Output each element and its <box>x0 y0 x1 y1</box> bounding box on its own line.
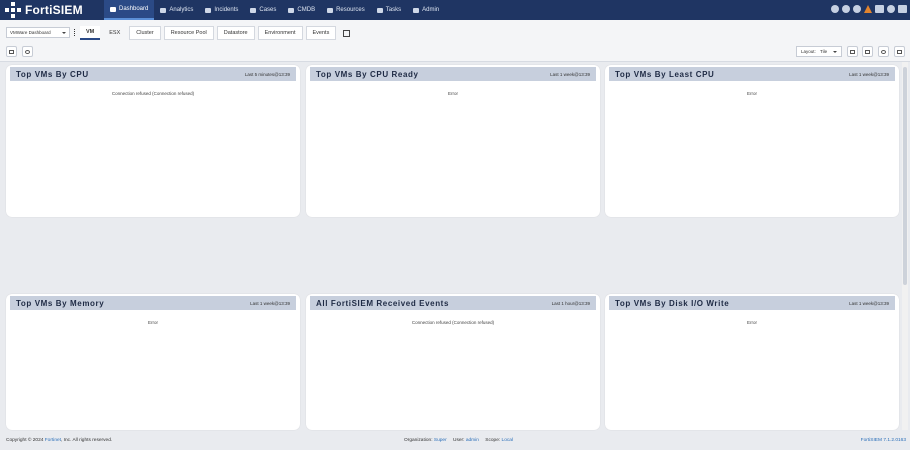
delete-button[interactable] <box>894 46 905 57</box>
widget-title: All FortiSIEM Received Events <box>316 298 449 308</box>
search-button[interactable] <box>22 46 33 57</box>
widget-time-range[interactable]: Last 1 week@13:39 <box>849 301 889 306</box>
fortinet-logo-icon <box>5 2 21 18</box>
nav-tasks[interactable]: Tasks <box>371 0 407 20</box>
nav-analytics[interactable]: Analytics <box>154 0 199 20</box>
analytics-icon <box>160 7 167 13</box>
widget-message: Error <box>747 320 757 325</box>
refresh-button[interactable] <box>878 46 889 57</box>
widget-time-range[interactable]: Last 5 minutes@13:39 <box>245 72 290 77</box>
dashboard-toolbar: VMWare Dashboard VM ESX Cluster Resource… <box>0 20 910 62</box>
widget-top-vms-cpu-ready: Top VMs By CPU Ready Last 1 week@13:39 E… <box>306 65 600 217</box>
widget-header[interactable]: Top VMs By CPU Last 5 minutes@13:39 <box>10 67 296 81</box>
gamepad-icon[interactable] <box>842 5 850 13</box>
widget-message: Connection refused (Connection refused) <box>411 320 495 325</box>
tab-resource-pool[interactable]: Resource Pool <box>163 26 214 40</box>
nav-incidents[interactable]: Incidents <box>199 0 244 20</box>
widget-title: Top VMs By Memory <box>16 298 105 308</box>
chevron-down-icon <box>833 51 837 53</box>
help-icon[interactable] <box>853 5 861 13</box>
open-folder-button[interactable] <box>6 46 17 57</box>
main-nav: Dashboard Analytics Incidents Cases CMDB… <box>104 0 445 20</box>
tab-events[interactable]: Events <box>305 26 337 40</box>
dashboard-icon <box>110 6 116 12</box>
dashboard-tabs: VM ESX Cluster Resource Pool Datastore E… <box>80 26 351 40</box>
import-button[interactable] <box>847 46 858 57</box>
scope-value[interactable]: Local <box>502 438 513 443</box>
widget-message: Connection refused (Connection refused) <box>111 91 195 96</box>
tab-datastore[interactable]: Datastore <box>216 26 255 40</box>
widget-message: Error <box>148 320 158 325</box>
widget-title: Top VMs By CPU <box>16 69 89 79</box>
widget-top-vms-disk-io-write: Top VMs By Disk I/O Write Last 1 week@13… <box>605 294 899 430</box>
widget-top-vms-cpu: Top VMs By CPU Last 5 minutes@13:39 Conn… <box>6 65 300 217</box>
database-icon <box>288 7 295 13</box>
widget-time-range[interactable]: Last 1 hour@13:39 <box>552 301 590 306</box>
screen-icon[interactable] <box>875 5 884 13</box>
organization-value[interactable]: Super <box>434 438 447 443</box>
upload-icon <box>850 50 855 54</box>
fortinet-link[interactable]: Fortinet <box>45 438 61 443</box>
search-icon <box>25 50 30 54</box>
widget-time-range[interactable]: Last 1 week@13:39 <box>250 301 290 306</box>
copyright: Copyright © 2024 Fortinet, Inc. All righ… <box>6 438 113 443</box>
export-button[interactable] <box>862 46 873 57</box>
nav-dashboard[interactable]: Dashboard <box>104 0 155 20</box>
top-navbar: FortiSIEM Dashboard Analytics Incidents … <box>0 0 910 20</box>
brand-logo[interactable]: FortiSIEM <box>5 2 83 18</box>
warning-icon[interactable] <box>864 5 872 13</box>
list-icon <box>376 7 383 13</box>
layout-select[interactable]: Layout: Tile <box>796 46 842 57</box>
widget-title: Top VMs By Disk I/O Write <box>615 298 730 308</box>
session-info: Organization: Super User: admin Scope: L… <box>404 438 514 443</box>
widget-header[interactable]: Top VMs By Disk I/O Write Last 1 week@13… <box>609 296 895 310</box>
download-icon <box>865 50 870 54</box>
refresh-icon <box>881 50 886 54</box>
widget-top-vms-memory: Top VMs By Memory Last 1 week@13:39 Erro… <box>6 294 300 430</box>
widget-message: Error <box>747 91 757 96</box>
chevron-down-icon <box>62 32 66 34</box>
widget-received-events: All FortiSIEM Received Events Last 1 hou… <box>306 294 600 430</box>
chat-icon[interactable] <box>831 5 839 13</box>
widget-header[interactable]: Top VMs By Least CPU Last 1 week@13:39 <box>609 67 895 81</box>
tab-esx[interactable]: ESX <box>103 26 126 40</box>
add-tab-icon[interactable] <box>343 29 351 37</box>
widget-header[interactable]: All FortiSIEM Received Events Last 1 hou… <box>310 296 596 310</box>
nav-admin[interactable]: Admin <box>407 0 445 20</box>
more-options-icon[interactable] <box>74 29 76 36</box>
logout-icon[interactable] <box>898 5 907 13</box>
tab-cluster[interactable]: Cluster <box>129 26 161 40</box>
tab-vm[interactable]: VM <box>80 26 101 40</box>
user-value[interactable]: admin <box>466 438 479 443</box>
widget-time-range[interactable]: Last 1 week@13:39 <box>849 72 889 77</box>
widget-message: Error <box>448 91 458 96</box>
footer: Copyright © 2024 Fortinet, Inc. All righ… <box>0 432 910 450</box>
widget-time-range[interactable]: Last 1 week@13:39 <box>550 72 590 77</box>
scrollbar-thumb[interactable] <box>903 67 907 285</box>
widget-title: Top VMs By Least CPU <box>615 69 715 79</box>
user-icon[interactable] <box>887 5 895 13</box>
briefcase-icon <box>250 7 257 13</box>
widget-header[interactable]: Top VMs By Memory Last 1 week@13:39 <box>10 296 296 310</box>
page-scrollbar[interactable] <box>902 62 908 430</box>
widget-top-vms-least-cpu: Top VMs By Least CPU Last 1 week@13:39 E… <box>605 65 899 217</box>
widget-header[interactable]: Top VMs By CPU Ready Last 1 week@13:39 <box>310 67 596 81</box>
nav-cmdb[interactable]: CMDB <box>282 0 321 20</box>
header-tray <box>831 5 907 13</box>
tab-environment[interactable]: Environment <box>257 26 303 40</box>
brand-name: FortiSIEM <box>25 3 83 17</box>
bell-icon <box>205 7 212 13</box>
trash-icon <box>897 50 902 54</box>
folder-icon <box>327 7 334 13</box>
gear-icon <box>413 7 420 13</box>
version-label: FortiSIEM 7.1.2.0163 <box>860 438 906 443</box>
folder-icon <box>9 50 14 54</box>
widget-title: Top VMs By CPU Ready <box>316 69 419 79</box>
nav-cases[interactable]: Cases <box>244 0 282 20</box>
nav-resources[interactable]: Resources <box>321 0 371 20</box>
dashboard-select[interactable]: VMWare Dashboard <box>6 27 70 38</box>
